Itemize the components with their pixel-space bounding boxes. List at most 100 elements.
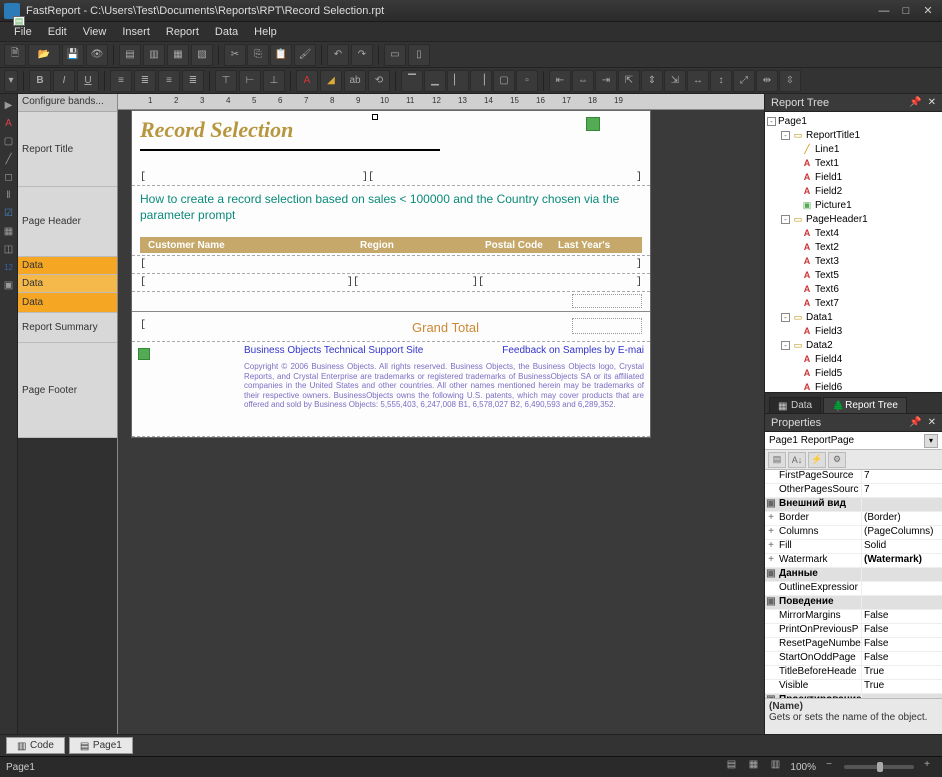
tree-text2[interactable]: Text2 [815,242,839,253]
report-tree[interactable]: -▤Page1 -▭ReportTitle1 ╱Line1 AText1 AFi… [765,112,942,392]
expand-icon[interactable]: ▣ [765,568,777,581]
property-row[interactable]: ▣Поведение [765,596,942,610]
title-underline[interactable] [140,149,440,151]
bold-button[interactable]: B [29,70,51,92]
expand-icon[interactable]: + [765,540,777,553]
events-button[interactable]: ⚡ [808,452,826,468]
group-button[interactable]: ▭ [384,44,406,66]
border-top-button[interactable]: ▔ [401,70,423,92]
tab-report-tree[interactable]: 🌲Report Tree [823,397,907,413]
property-row[interactable]: PrintOnPreviousPFalse [765,624,942,638]
open-button[interactable]: 📂 [28,44,60,66]
grand-total-field[interactable] [572,318,642,334]
property-row[interactable]: +Border(Border) [765,512,942,526]
band-page-footer[interactable]: Page Footer [18,343,117,438]
subreport-tool-icon[interactable]: ▣ [2,278,16,292]
underline-button[interactable]: U [77,70,99,92]
field-bracket[interactable]: ][ [362,172,374,183]
new-button[interactable]: 🗎 [4,44,26,66]
tree-data2[interactable]: Data2 [806,340,833,351]
pin-icon[interactable]: 📌 [909,97,921,108]
align-m-button[interactable]: ⇕ [641,70,663,92]
align-right-button[interactable]: ≡ [158,70,180,92]
field-bracket[interactable]: ] [636,172,642,183]
field-bracket[interactable]: ][ [472,277,484,288]
page-setup-button[interactable]: ▧ [191,44,213,66]
maximize-button[interactable]: □ [896,4,916,18]
view-mode-2-icon[interactable]: ▦ [744,759,762,775]
rotate-button[interactable]: ⟲ [368,70,390,92]
section-data-1[interactable]: [ ] [132,256,650,274]
report-tree-header[interactable]: Report Tree 📌 ✕ [765,94,942,112]
field-bracket[interactable]: [ [140,259,146,270]
cut-button[interactable]: ✂ [224,44,246,66]
paste-button[interactable]: 📋 [270,44,292,66]
tree-field2[interactable]: Field2 [815,186,842,197]
property-value[interactable]: False [861,652,942,665]
property-value[interactable]: True [861,666,942,679]
menu-data[interactable]: Data [207,24,246,40]
section-page-footer[interactable]: Business Objects Technical Support Site … [132,342,650,437]
property-value[interactable]: (PageColumns) [861,526,942,539]
line-tool-icon[interactable]: ╱ [2,152,16,166]
field-bracket[interactable]: [ [140,277,146,288]
menu-view[interactable]: View [75,24,115,40]
redo-button[interactable]: ↷ [351,44,373,66]
tree-field3[interactable]: Field3 [815,326,842,337]
close-panel-icon[interactable]: ✕ [928,417,936,428]
border-bottom-button[interactable]: ▁ [424,70,446,92]
field-bracket[interactable]: ] [636,259,642,270]
tree-reporttitle1[interactable]: ReportTitle1 [806,130,860,141]
property-value[interactable]: (Watermark) [861,554,942,567]
expand-icon[interactable]: - [781,313,790,322]
feedback-link[interactable]: Feedback on Samples by E-mai [502,345,644,356]
zoom-slider[interactable] [844,765,914,769]
highlight-button[interactable]: ab [344,70,366,92]
property-row[interactable]: +Watermark(Watermark) [765,554,942,568]
property-value[interactable] [861,582,942,595]
band-page-header[interactable]: Page Header [18,187,117,257]
grand-total-label[interactable]: Grand Total [412,320,479,335]
preview-button[interactable]: 👁 [86,44,108,66]
valign-mid-button[interactable]: ⊢ [239,70,261,92]
property-grid[interactable]: FirstPageSource7OtherPagesSourc7▣Внешний… [765,470,942,698]
section-summary[interactable]: Grand Total [ [132,312,650,342]
property-row[interactable]: StartOnOddPageFalse [765,652,942,666]
pin-icon[interactable]: 📌 [909,417,921,428]
field-bracket[interactable]: ][ [347,277,359,288]
tree-text7[interactable]: Text7 [815,298,839,309]
same-w-button[interactable]: ↔ [687,70,709,92]
property-value[interactable]: 7 [861,470,942,483]
tree-field5[interactable]: Field5 [815,368,842,379]
property-object-selector[interactable]: Page1 ReportPage ▾ [765,432,942,450]
ungroup-button[interactable]: ▯ [408,44,430,66]
property-value[interactable]: True [861,680,942,693]
tree-text4[interactable]: Text4 [815,228,839,239]
save-button[interactable]: 💾 [62,44,84,66]
footer-picture-icon[interactable] [138,348,150,360]
expand-icon[interactable]: - [781,131,790,140]
align-justify-button[interactable]: ≣ [182,70,204,92]
alphabetize-button[interactable]: A↓ [788,452,806,468]
section-page-header[interactable]: How to create a record selection based o… [132,186,650,256]
tab-data[interactable]: ▦Data [769,397,821,413]
same-s-button[interactable]: ⤢ [733,70,755,92]
align-c-button[interactable]: ⇔ [572,70,594,92]
property-row[interactable]: ▣Данные [765,568,942,582]
tab-code[interactable]: ▥Code [6,737,65,754]
space-v-button[interactable]: ⇳ [779,70,801,92]
zoom-out-button[interactable]: − [820,759,838,775]
align-b-button[interactable]: ⇲ [664,70,686,92]
tree-field6[interactable]: Field6 [815,382,842,393]
tree-pageheader1[interactable]: PageHeader1 [806,214,868,225]
design-surface[interactable]: 1 2 3 4 5 6 7 8 9 10 11 12 13 14 15 16 1… [118,94,764,734]
configure-bands-button[interactable]: Configure bands... [18,94,117,112]
check-tool-icon[interactable]: ☑ [2,206,16,220]
copy-button[interactable]: ⎘ [247,44,269,66]
same-h-button[interactable]: ↕ [710,70,732,92]
tree-field4[interactable]: Field4 [815,354,842,365]
tree-picture1[interactable]: Picture1 [815,200,852,211]
property-value[interactable]: False [861,610,942,623]
expand-icon[interactable]: + [765,512,777,525]
close-panel-icon[interactable]: ✕ [928,97,936,108]
